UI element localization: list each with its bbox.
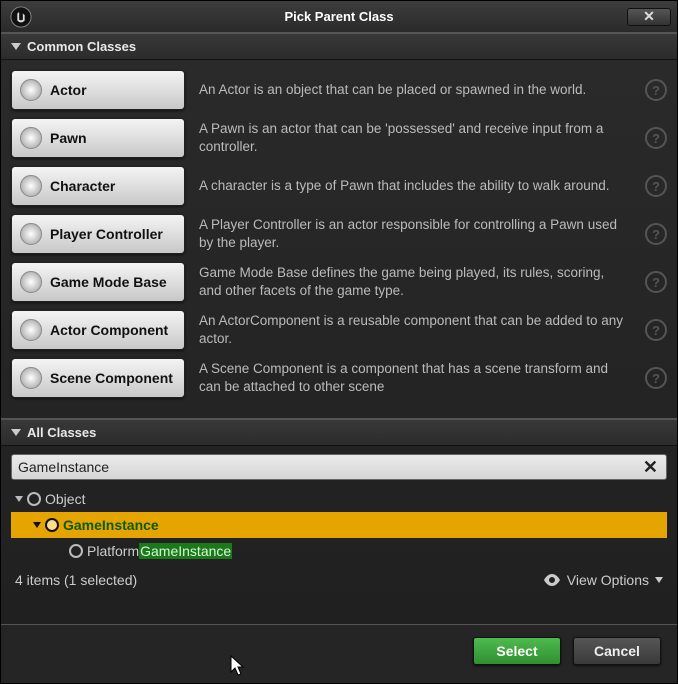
class-description: An Actor is an object that can be placed… (199, 81, 631, 99)
tree-label: GameInstance (63, 517, 159, 533)
class-row-actor: Actor An Actor is an object that can be … (11, 70, 667, 110)
class-button-character[interactable]: Character (11, 166, 185, 206)
chevron-down-icon (11, 429, 21, 436)
class-row-scene-component: Scene Component A Scene Component is a c… (11, 358, 667, 398)
class-row-actor-component: Actor Component An ActorComponent is a r… (11, 310, 667, 350)
close-icon: ✕ (643, 8, 655, 25)
cancel-button[interactable]: Cancel (573, 637, 661, 665)
dialog-footer: Select Cancel (1, 624, 677, 683)
tree-label: PlatformGameInstance (87, 543, 232, 559)
class-node-icon (27, 492, 41, 506)
character-icon (20, 175, 42, 197)
class-button-label: Actor (50, 82, 87, 98)
class-description: An ActorComponent is a reusable componen… (199, 312, 631, 347)
button-label: Cancel (594, 643, 640, 659)
chevron-down-icon (33, 522, 41, 528)
help-icon[interactable]: ? (645, 175, 667, 197)
tree-row-gameinstance[interactable]: GameInstance (11, 512, 667, 538)
clear-search-button[interactable]: ✕ (641, 457, 660, 478)
class-node-icon (45, 518, 59, 532)
class-description: A Player Controller is an actor responsi… (199, 216, 631, 251)
class-description: A character is a type of Pawn that inclu… (199, 177, 631, 195)
select-button[interactable]: Select (473, 637, 561, 665)
class-button-game-mode-base[interactable]: Game Mode Base (11, 262, 185, 302)
scene-component-icon (20, 367, 42, 389)
status-text: 4 items (1 selected) (15, 572, 137, 588)
class-description: Game Mode Base defines the game being pl… (199, 264, 631, 299)
class-row-character: Character A character is a type of Pawn … (11, 166, 667, 206)
class-button-label: Scene Component (50, 370, 173, 386)
player-controller-icon (20, 223, 42, 245)
pick-parent-class-dialog: Pick Parent Class ✕ Common Classes Actor… (0, 0, 678, 684)
class-button-player-controller[interactable]: Player Controller (11, 214, 185, 254)
common-classes-list: Actor An Actor is an object that can be … (1, 60, 677, 419)
class-button-label: Game Mode Base (50, 274, 167, 290)
help-icon[interactable]: ? (645, 319, 667, 341)
tree-row-object[interactable]: Object (11, 486, 667, 512)
all-classes-header[interactable]: All Classes (1, 419, 677, 446)
class-row-game-mode-base: Game Mode Base Game Mode Base defines th… (11, 262, 667, 302)
class-button-actor[interactable]: Actor (11, 70, 185, 110)
close-button[interactable]: ✕ (627, 8, 671, 26)
pawn-icon (20, 127, 42, 149)
class-button-actor-component[interactable]: Actor Component (11, 310, 185, 350)
help-icon[interactable]: ? (645, 271, 667, 293)
status-row: 4 items (1 selected) View Options (11, 564, 667, 592)
actor-component-icon (20, 319, 42, 341)
eye-icon (543, 574, 561, 586)
class-button-label: Player Controller (50, 226, 163, 242)
view-options-label: View Options (567, 572, 649, 588)
search-row: ✕ (11, 454, 667, 480)
chevron-down-icon (11, 43, 21, 50)
actor-icon (20, 79, 42, 101)
class-tree: Object GameInstance PlatformGameInstance (11, 486, 667, 564)
help-icon[interactable]: ? (645, 79, 667, 101)
class-button-scene-component[interactable]: Scene Component (11, 358, 185, 398)
view-options-button[interactable]: View Options (543, 572, 663, 588)
class-row-player-controller: Player Controller A Player Controller is… (11, 214, 667, 254)
app-logo-icon (7, 3, 35, 31)
class-button-pawn[interactable]: Pawn (11, 118, 185, 158)
class-description: A Pawn is an actor that can be 'possesse… (199, 120, 631, 155)
class-node-icon (69, 544, 83, 558)
section-label: Common Classes (27, 39, 136, 54)
class-row-pawn: Pawn A Pawn is an actor that can be 'pos… (11, 118, 667, 158)
chevron-down-icon (15, 496, 23, 502)
class-button-label: Character (50, 178, 115, 194)
search-input[interactable] (18, 459, 641, 475)
button-label: Select (496, 643, 537, 659)
all-classes-body: ✕ Object GameInstance PlatformGameInstan… (1, 446, 677, 598)
tree-row-platformgameinstance[interactable]: PlatformGameInstance (11, 538, 667, 564)
game-mode-icon (20, 271, 42, 293)
chevron-down-icon (655, 577, 663, 583)
help-icon[interactable]: ? (645, 367, 667, 389)
class-button-label: Actor Component (50, 322, 168, 338)
help-icon[interactable]: ? (645, 223, 667, 245)
class-button-label: Pawn (50, 130, 87, 146)
tree-label: Object (45, 491, 85, 507)
common-classes-header[interactable]: Common Classes (1, 33, 677, 60)
section-label: All Classes (27, 425, 96, 440)
window-title: Pick Parent Class (1, 9, 677, 24)
class-description: A Scene Component is a component that ha… (199, 360, 631, 395)
titlebar: Pick Parent Class ✕ (1, 1, 677, 33)
help-icon[interactable]: ? (645, 127, 667, 149)
